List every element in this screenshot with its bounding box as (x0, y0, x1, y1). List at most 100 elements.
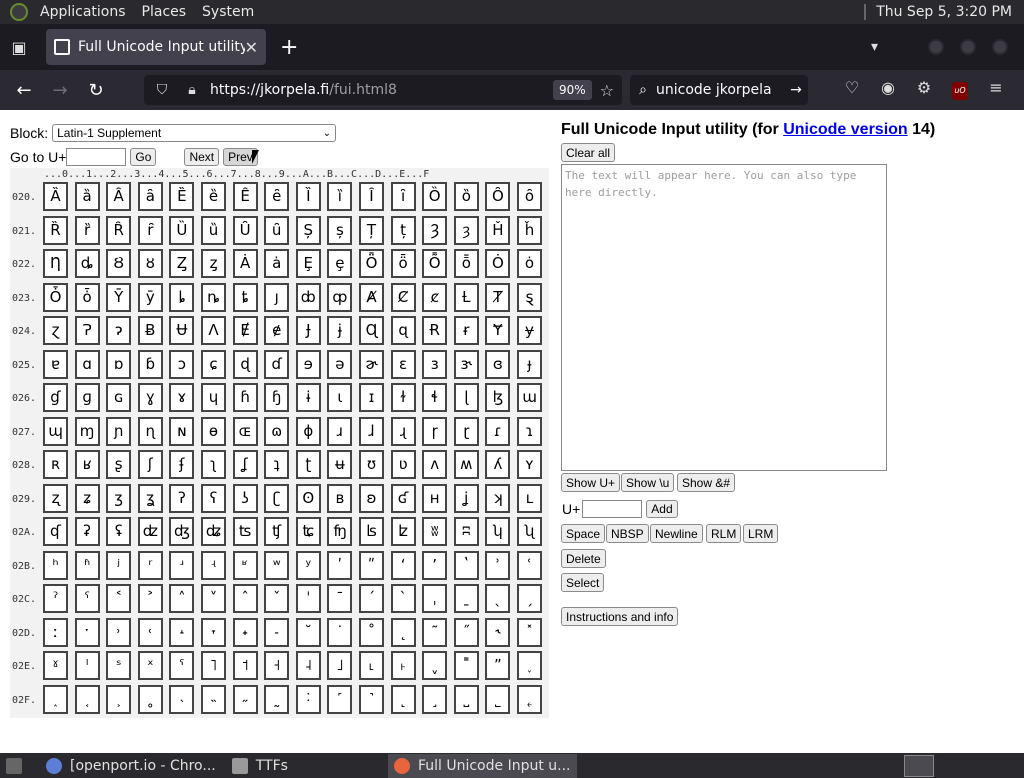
char-cell[interactable]: ʄ (169, 450, 195, 479)
char-cell[interactable]: ˳ (137, 684, 163, 714)
char-cell[interactable]: ˺ (359, 684, 384, 714)
chevron-down-icon[interactable]: ▾ (871, 39, 878, 55)
char-cell[interactable]: Ⱦ (485, 282, 511, 312)
char-cell[interactable]: ˦ (232, 651, 258, 680)
block-select[interactable]: Latin-1 Supplement ⌄ (52, 124, 337, 142)
char-cell[interactable]: ʬ (422, 517, 448, 546)
char-cell[interactable]: ˨ (295, 651, 321, 680)
account-icon[interactable]: ◉ (870, 78, 906, 100)
char-cell[interactable]: ʭ (453, 517, 479, 546)
show-backslash-u-button[interactable]: Show \u (621, 473, 675, 492)
char-cell[interactable]: ʦ (232, 517, 258, 546)
output-textarea[interactable]: The text will appear here. You can also … (561, 164, 887, 471)
char-cell[interactable]: ɏ (517, 316, 542, 345)
char-cell[interactable]: ʂ (106, 450, 132, 479)
maximize-button[interactable] (960, 39, 976, 55)
char-cell[interactable]: ɱ (74, 416, 100, 446)
char-cell[interactable]: ˞ (485, 617, 511, 647)
char-cell[interactable]: ɯ (517, 383, 542, 412)
new-tab-icon[interactable]: + (280, 35, 298, 60)
char-cell[interactable]: ȕ (201, 215, 226, 245)
char-cell[interactable]: ˋ (390, 584, 416, 613)
char-cell[interactable]: Ȅ (169, 182, 195, 211)
char-cell[interactable]: ɥ (201, 383, 226, 412)
char-cell[interactable]: ɑ (74, 349, 100, 379)
char-cell[interactable]: ˱ (74, 684, 100, 714)
bookmark-star-icon[interactable]: ☆ (600, 81, 614, 100)
char-cell[interactable]: ȭ (453, 249, 479, 278)
hamburger-menu-icon[interactable]: ≡ (978, 78, 1014, 100)
char-cell[interactable]: ˵ (201, 684, 226, 714)
nbsp-button[interactable]: NBSP (606, 524, 649, 543)
char-cell[interactable]: ʧ (264, 517, 290, 546)
char-cell[interactable]: ʏ (517, 450, 542, 479)
go-button[interactable]: Go (130, 148, 157, 166)
char-cell[interactable]: Ɉ (295, 316, 321, 345)
char-cell[interactable]: ʸ (295, 550, 321, 580)
char-cell[interactable]: ʝ (453, 483, 479, 513)
char-cell[interactable]: ʈ (295, 450, 321, 479)
char-cell[interactable]: ˩ (327, 651, 353, 680)
char-cell[interactable]: ɝ (453, 349, 479, 379)
char-cell[interactable]: Ʌ (201, 316, 226, 345)
char-cell[interactable]: ʪ (359, 517, 384, 546)
char-cell[interactable]: Ȇ (232, 182, 258, 211)
char-cell[interactable]: ʙ (327, 483, 353, 513)
add-button[interactable]: Add (646, 500, 678, 518)
char-cell[interactable]: ˣ (137, 651, 163, 680)
next-button[interactable]: Next (184, 148, 220, 166)
char-cell[interactable]: ˁ (74, 584, 100, 613)
char-cell[interactable]: ȗ (264, 215, 290, 245)
char-cell[interactable]: ȱ (74, 282, 100, 312)
char-cell[interactable]: ʵ (201, 550, 226, 580)
char-cell[interactable]: ˭ (453, 651, 479, 680)
char-cell[interactable]: ȶ (232, 282, 258, 312)
char-cell[interactable]: Ȱ (43, 282, 68, 312)
char-cell[interactable]: ɰ (43, 416, 68, 446)
char-cell[interactable]: Ȁ (43, 182, 68, 211)
char-cell[interactable]: ɵ (201, 416, 226, 446)
char-cell[interactable]: ɋ (390, 316, 416, 345)
char-cell[interactable]: ɦ (232, 383, 258, 412)
char-cell[interactable]: ȍ (453, 182, 479, 211)
char-cell[interactable]: ɺ (359, 416, 384, 446)
char-cell[interactable]: ɹ (327, 416, 353, 446)
char-cell[interactable]: ȋ (390, 182, 416, 211)
char-cell[interactable]: ˮ (485, 651, 511, 680)
char-cell[interactable]: ʇ (264, 450, 290, 479)
forward-arrow-icon[interactable]: → (42, 80, 78, 101)
char-cell[interactable]: ʐ (43, 483, 68, 513)
system-menu[interactable]: System (202, 4, 254, 20)
char-cell[interactable]: Ɇ (232, 316, 258, 345)
char-cell[interactable]: Ȫ (359, 249, 384, 278)
char-cell[interactable]: ɀ (43, 316, 68, 345)
char-cell[interactable]: ȣ (137, 249, 163, 278)
search-go-arrow-icon[interactable]: → (784, 82, 808, 98)
char-cell[interactable]: ȴ (169, 282, 195, 312)
char-cell[interactable]: ʆ (232, 450, 258, 479)
taskbar-item-firefox[interactable]: Full Unicode Input u... (387, 753, 577, 778)
applications-menu[interactable]: Applications (40, 4, 126, 20)
char-cell[interactable]: ȃ (137, 182, 163, 211)
char-cell[interactable]: ˕ (201, 617, 226, 647)
char-cell[interactable]: ɡ (74, 383, 100, 412)
char-cell[interactable]: Ƚ (453, 282, 479, 312)
clock[interactable]: Thu Sep 5, 3:20 PM (876, 4, 1012, 20)
char-cell[interactable]: ˸ (295, 684, 321, 714)
uplus-input[interactable] (582, 500, 643, 518)
shield-icon[interactable]: ⛉ (150, 82, 174, 98)
char-cell[interactable]: ʉ (327, 450, 353, 479)
char-cell[interactable]: ɿ (517, 416, 542, 446)
char-cell[interactable]: ˑ (74, 617, 100, 647)
char-cell[interactable]: ʿ (517, 550, 542, 580)
char-cell[interactable]: ɻ (390, 416, 416, 446)
char-cell[interactable]: Ȉ (295, 182, 321, 211)
char-cell[interactable]: ˘ (295, 617, 321, 647)
char-cell[interactable]: ȑ (74, 215, 100, 245)
char-cell[interactable]: ɉ (327, 316, 353, 345)
char-cell[interactable]: Ȓ (106, 215, 132, 245)
char-cell[interactable]: ˎ (485, 584, 511, 613)
char-cell[interactable]: ɾ (485, 416, 511, 446)
char-cell[interactable]: Ƀ (137, 316, 163, 345)
back-arrow-icon[interactable]: ← (6, 80, 42, 101)
